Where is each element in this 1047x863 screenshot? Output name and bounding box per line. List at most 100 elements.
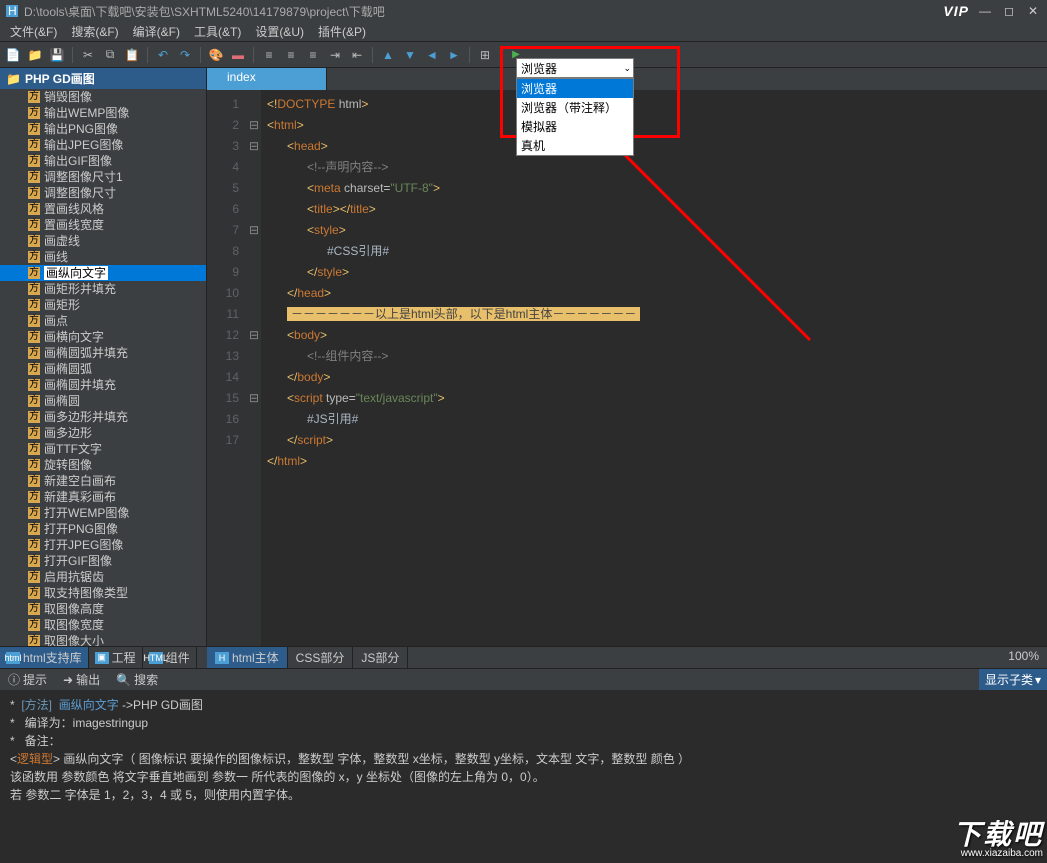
align-right-icon[interactable]: ≡ xyxy=(304,46,322,64)
sidebar-tab[interactable]: htmlhtml支持库 xyxy=(0,647,89,668)
dropdown-option[interactable]: 真机 xyxy=(517,136,633,155)
tree-item[interactable]: 方取支持图像类型 xyxy=(0,585,206,601)
tree-label: 取支持图像类型 xyxy=(44,586,128,600)
tree-item[interactable]: 方取图像宽度 xyxy=(0,617,206,633)
tree-item[interactable]: 方调整图像尺寸 xyxy=(0,185,206,201)
code-area[interactable]: 1234567891011121314151617 ⊟⊟⊟⊟⊟ <!DOCTYP… xyxy=(207,90,1047,646)
minimize-button[interactable]: — xyxy=(977,4,993,18)
open-folder-icon[interactable]: 📁 xyxy=(26,46,44,64)
console-tab[interactable]: ⓘ提示 xyxy=(0,669,55,690)
bookmark-next-icon[interactable]: ▼ xyxy=(401,46,419,64)
tree-item[interactable]: 方销毁图像 xyxy=(0,89,206,105)
console-tab[interactable]: 🔍搜索 xyxy=(108,669,166,690)
tree-item[interactable]: 方输出PNG图像 xyxy=(0,121,206,137)
console-tab[interactable]: ➜输出 xyxy=(55,669,108,690)
tree-item[interactable]: 方画点 xyxy=(0,313,206,329)
menu-item[interactable]: 文件(&F) xyxy=(4,21,63,42)
menu-item[interactable]: 插件(&P) xyxy=(312,21,372,42)
tree-item[interactable]: 方置画线宽度 xyxy=(0,217,206,233)
sidebar-tabs: htmlhtml支持库▣工程HTML组件 xyxy=(0,646,207,668)
tree-item[interactable]: 方打开GIF图像 xyxy=(0,553,206,569)
tree-item[interactable]: 方启用抗锯齿 xyxy=(0,569,206,585)
show-subclass-button[interactable]: 显示子类 ▾ xyxy=(979,669,1047,690)
tree-item[interactable]: 方取图像高度 xyxy=(0,601,206,617)
tree-item[interactable]: 方新建空白画布 xyxy=(0,473,206,489)
method-icon: 方 xyxy=(28,571,40,583)
tree-item[interactable]: 方画虚线 xyxy=(0,233,206,249)
grid-icon[interactable]: ⊞ xyxy=(476,46,494,64)
outdent-icon[interactable]: ⇤ xyxy=(348,46,366,64)
bookmark-icon[interactable]: ▲ xyxy=(379,46,397,64)
dropdown-option[interactable]: 浏览器 xyxy=(517,79,633,98)
tree-label: 画多边形并填充 xyxy=(44,410,128,424)
editor-tab-index[interactable]: index xyxy=(207,68,327,90)
method-icon: 方 xyxy=(28,91,40,103)
vip-badge: VIP xyxy=(943,3,969,19)
dropdown-selected[interactable]: 浏览器 ⌄ xyxy=(516,58,634,78)
menu-item[interactable]: 搜索(&F) xyxy=(65,21,124,42)
new-file-icon[interactable]: 📄 xyxy=(4,46,22,64)
run-target-dropdown[interactable]: 浏览器 ⌄ 浏览器浏览器（带注释）模拟器真机 xyxy=(516,58,634,156)
tree-item[interactable]: 方画椭圆 xyxy=(0,393,206,409)
tree-item[interactable]: 方画椭圆弧 xyxy=(0,361,206,377)
cut-icon[interactable]: ✂ xyxy=(79,46,97,64)
dropdown-option[interactable]: 模拟器 xyxy=(517,117,633,136)
undo-icon[interactable]: ↶ xyxy=(154,46,172,64)
tree-label: 画椭圆弧 xyxy=(44,362,92,376)
tree-label: 取图像高度 xyxy=(44,602,104,616)
tree-item[interactable]: 方画TTF文字 xyxy=(0,441,206,457)
method-icon: 方 xyxy=(28,251,40,263)
redo-icon[interactable]: ↷ xyxy=(176,46,194,64)
editor-section-tab[interactable]: CSS部分 xyxy=(288,647,354,668)
save-icon[interactable]: 💾 xyxy=(48,46,66,64)
sidebar-tab[interactable]: HTML组件 xyxy=(143,647,197,668)
tree-item[interactable]: 方输出JPEG图像 xyxy=(0,137,206,153)
tree-item[interactable]: 方新建真彩画布 xyxy=(0,489,206,505)
tree-item[interactable]: 方画横向文字 xyxy=(0,329,206,345)
watermark: 下载吧 www.xiazaiba.com xyxy=(953,822,1043,859)
menu-item[interactable]: 编译(&F) xyxy=(127,21,186,42)
editor-section-tab[interactable]: JS部分 xyxy=(353,647,408,668)
tree-item[interactable]: 方打开JPEG图像 xyxy=(0,537,206,553)
method-icon: 方 xyxy=(28,187,40,199)
tree-item[interactable]: 方调整图像尺寸1 xyxy=(0,169,206,185)
tree-item[interactable]: 方置画线风格 xyxy=(0,201,206,217)
tree-item[interactable]: 方画纵向文字 xyxy=(0,265,206,281)
method-icon: 方 xyxy=(28,315,40,327)
bookmark-clear-icon[interactable]: ► xyxy=(445,46,463,64)
indent-icon[interactable]: ⇥ xyxy=(326,46,344,64)
tree-item[interactable]: 方画多边形 xyxy=(0,425,206,441)
tree-header[interactable]: 📁 PHP GD画图 xyxy=(0,68,206,89)
tab-icon: 🔍 xyxy=(116,673,131,687)
align-left-icon[interactable]: ≡ xyxy=(260,46,278,64)
tree-item[interactable]: 方输出WEMP图像 xyxy=(0,105,206,121)
tree-item[interactable]: 方打开WEMP图像 xyxy=(0,505,206,521)
tree-item[interactable]: 方画椭圆并填充 xyxy=(0,377,206,393)
method-icon: 方 xyxy=(28,427,40,439)
tree-item[interactable]: 方画线 xyxy=(0,249,206,265)
sidebar-tab[interactable]: ▣工程 xyxy=(89,647,143,668)
bookmark-prev-icon[interactable]: ◄ xyxy=(423,46,441,64)
menu-item[interactable]: 设置(&U) xyxy=(249,21,310,42)
close-button[interactable]: ✕ xyxy=(1025,4,1041,18)
dropdown-option[interactable]: 浏览器（带注释） xyxy=(517,98,633,117)
tree-item[interactable]: 方取图像大小 xyxy=(0,633,206,646)
tree-item[interactable]: 方画矩形 xyxy=(0,297,206,313)
editor-section-tab[interactable]: Hhtml主体 xyxy=(207,647,288,668)
code-lines[interactable]: <!DOCTYPE html><html><head><!--声明内容--><m… xyxy=(261,90,1047,646)
color-wheel-icon[interactable]: 🎨 xyxy=(207,46,225,64)
menu-item[interactable]: 工具(&T) xyxy=(188,21,247,42)
tree-item[interactable]: 方画多边形并填充 xyxy=(0,409,206,425)
app-icon: H xyxy=(6,5,18,17)
maximize-button[interactable]: ◻ xyxy=(1001,4,1017,18)
tree-item[interactable]: 方输出GIF图像 xyxy=(0,153,206,169)
tree-item[interactable]: 方打开PNG图像 xyxy=(0,521,206,537)
tree-item[interactable]: 方画椭圆弧并填充 xyxy=(0,345,206,361)
tree-item[interactable]: 方旋转图像 xyxy=(0,457,206,473)
color-fill-icon[interactable]: ▬ xyxy=(229,46,247,64)
tree-label: 新建真彩画布 xyxy=(44,490,116,504)
paste-icon[interactable]: 📋 xyxy=(123,46,141,64)
tree-item[interactable]: 方画矩形并填充 xyxy=(0,281,206,297)
align-center-icon[interactable]: ≡ xyxy=(282,46,300,64)
copy-icon[interactable]: ⧉ xyxy=(101,46,119,64)
